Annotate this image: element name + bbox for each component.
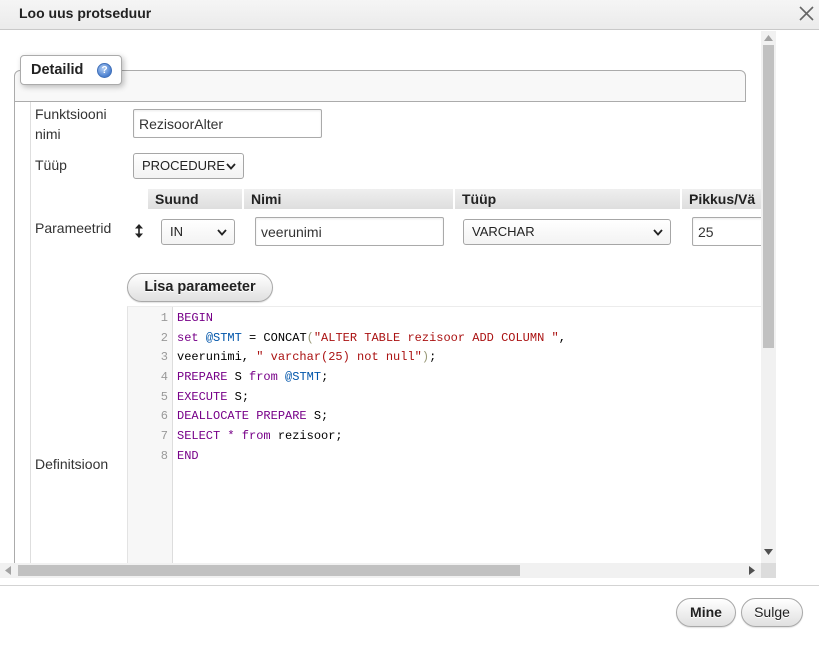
chevron-down-icon [653,229,663,236]
param-direction-select[interactable]: IN [161,219,235,245]
code-token: S; [306,409,329,424]
chevron-down-icon [226,163,236,170]
close-button[interactable]: Sulge [741,598,803,627]
definition-label: Definitsioon [35,456,109,472]
code-token: EXECUTE [177,389,228,404]
horizontal-scrollbar[interactable] [0,563,761,578]
go-button[interactable]: Mine [676,598,736,627]
param-type-value: VARCHAR [472,224,535,239]
line-number: 3 [160,350,168,365]
chevron-down-icon [217,229,227,236]
param-column-type: Tüüp [455,189,680,209]
code-line[interactable]: END [177,447,761,467]
line-number: 6 [160,409,168,424]
dialog-content: Detailid ? Funktsiooni nimi Tüüp PROCEDU… [0,31,761,563]
line-number: 2 [160,330,168,345]
code-token: " varchar(25) not null" [256,350,422,365]
line-number: 8 [160,448,168,463]
add-parameter-button[interactable]: Lisa parameeter [127,273,273,302]
fieldset-border [14,102,15,563]
code-line[interactable]: set @STMT = CONCAT("ALTER TABLE rezisoor… [177,329,761,349]
code-line[interactable]: BEGIN [177,309,761,329]
code-token: @STMT [285,370,322,385]
code-token: END [177,448,199,463]
code-token: S; [227,389,250,404]
details-fieldset-header [14,70,746,102]
type-select-value: PROCEDURE [142,158,226,173]
code-token: ; [321,370,329,385]
vertical-scrollbar-thumb[interactable] [763,45,774,348]
code-token: , [558,330,566,345]
param-column-length: Pikkus/Vä [682,189,761,209]
line-number: 4 [160,370,168,385]
scrollbar-corner [761,563,776,578]
close-icon[interactable] [797,4,816,23]
code-area[interactable]: BEGIN set @STMT = CONCAT("ALTER TABLE rez… [173,307,761,467]
code-token: DEALLOCATE PREPARE [177,409,307,424]
scroll-left-arrow-icon[interactable] [5,566,11,575]
code-token: rezisoor; [270,429,343,444]
parameters-label: Parameetrid [35,220,112,236]
code-token: BEGIN [177,311,214,325]
code-token: veerunimi, [177,350,257,365]
code-token: "ALTER TABLE rezisoor ADD COLUMN " [313,330,559,345]
code-token: = CONCAT [241,330,307,345]
code-token: set [177,330,206,345]
scroll-up-arrow-icon[interactable] [764,35,773,41]
code-line[interactable]: DEALLOCATE PREPARE S; [177,407,761,427]
drag-handle-icon[interactable] [135,224,143,238]
code-token: ( [306,330,314,345]
code-line[interactable]: PREPARE S from @STMT; [177,368,761,388]
code-line[interactable]: veerunimi, " varchar(25) not null"); [177,348,761,368]
scroll-down-arrow-icon[interactable] [764,549,773,555]
tab-details[interactable]: Detailid ? [20,55,122,85]
fieldset-inner-border [30,102,31,563]
line-number: 1 [160,311,168,325]
dialog-title: Loo uus protseduur [19,5,152,21]
function-name-input[interactable] [133,109,322,138]
definition-code-editor[interactable]: 1 2 3 4 5 6 7 8 BEGIN set @STMT = CONCAT("ALTER … [127,306,761,563]
code-token: @STMT [205,330,242,345]
code-token: S [227,370,250,385]
param-column-name: Nimi [244,189,453,209]
line-number-gutter: 1 2 3 4 5 6 7 8 [128,307,173,563]
vertical-scrollbar[interactable] [761,31,776,563]
function-name-label: Funktsiooni nimi [35,106,107,142]
line-number: 5 [160,389,168,404]
param-column-direction: Suund [148,189,242,209]
code-token: ; [429,350,437,365]
line-number: 7 [160,429,168,444]
footer-divider [0,585,819,586]
type-label: Tüüp [35,157,67,173]
code-line[interactable]: EXECUTE S; [177,388,761,408]
scroll-right-arrow-icon[interactable] [749,566,755,575]
param-type-select[interactable]: VARCHAR [463,219,671,245]
code-token: from [249,370,286,385]
dialog-title-bar[interactable]: Loo uus protseduur [0,0,819,30]
param-direction-value: IN [170,224,183,239]
help-icon[interactable]: ? [97,63,112,78]
type-select[interactable]: PROCEDURE [133,153,244,179]
param-length-input[interactable] [692,217,761,246]
param-name-input[interactable] [255,217,444,246]
code-line[interactable]: SELECT * from rezisoor; [177,427,761,447]
code-token: PREPARE [177,370,228,385]
tab-details-label: Detailid [31,62,84,78]
horizontal-scrollbar-thumb[interactable] [18,565,520,576]
code-token: SELECT * from [177,429,271,444]
code-token: ) [421,350,430,365]
